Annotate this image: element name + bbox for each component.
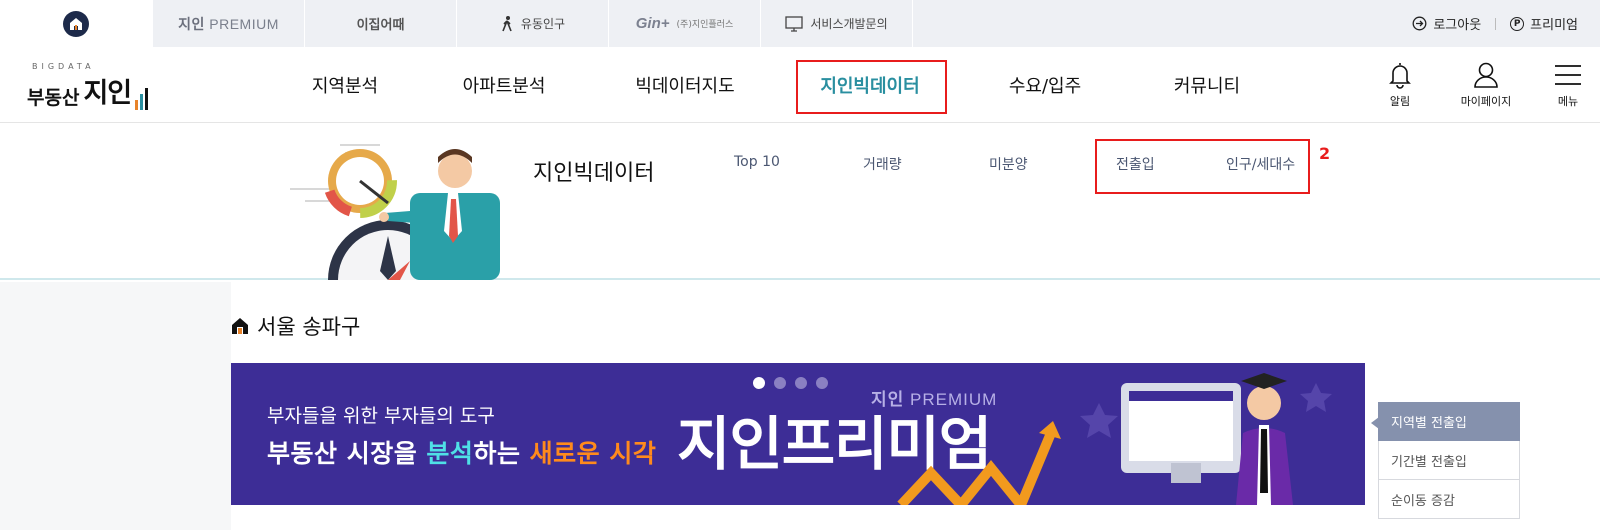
- annotation-number: 2: [1319, 144, 1331, 163]
- site-logo[interactable]: BIGDATA 부동산 지인: [27, 62, 149, 110]
- region-name: 서울 송파구: [257, 315, 361, 339]
- logout-link[interactable]: 로그아웃: [1412, 14, 1481, 33]
- mypage-button[interactable]: 마이페이지: [1451, 61, 1521, 109]
- nav-community[interactable]: 커뮤니티: [1152, 47, 1262, 123]
- highlight-box-tabs: [1095, 139, 1310, 194]
- premium-tab[interactable]: 지인 PREMIUM: [153, 0, 305, 47]
- bigdata-sub-header: 지인빅데이터 Top 10 거래량 미분양 전출입 인구/세대수 2: [0, 123, 1600, 280]
- nav-region-analysis[interactable]: 지역분석: [290, 47, 400, 123]
- menu-label: 메뉴: [1557, 95, 1579, 108]
- ijip-label: 이집어때: [356, 18, 405, 33]
- nav-bigdata-map[interactable]: 빅데이터지도: [620, 47, 750, 123]
- side-menu-period-migration[interactable]: 기간별 전출입: [1378, 441, 1520, 480]
- premium-banner[interactable]: 부자들을 위한 부자들의 도구 부동산 시장을 분석하는 새로운 시각 지인 P…: [231, 363, 1365, 505]
- divider: [1495, 17, 1497, 30]
- tab-unsold[interactable]: 미분양: [989, 154, 1028, 174]
- home-tab[interactable]: [0, 0, 153, 47]
- main-navigation: BIGDATA 부동산 지인 지역분석 아파트분석 빅데이터지도 지인빅데이터 …: [0, 47, 1600, 123]
- logo-tag: BIGDATA: [32, 62, 95, 71]
- house-icon: [232, 318, 248, 334]
- account-links: 로그아웃 P 프리미엄: [1412, 0, 1600, 47]
- bell-icon: [1389, 63, 1411, 89]
- menu-button[interactable]: 메뉴: [1543, 61, 1593, 109]
- service-top-bar: 지인 PREMIUM 이집어때 유동인구 Gin+ (주)지인플러스 서비스개발…: [0, 0, 1600, 47]
- tab-trade-volume[interactable]: 거래량: [863, 154, 902, 174]
- side-menu-net-migration[interactable]: 순이동 증감: [1378, 480, 1520, 519]
- tab-top10[interactable]: Top 10: [734, 154, 780, 170]
- mypage-label: 마이페이지: [1460, 95, 1512, 108]
- logo-prefix: 부동산: [27, 87, 80, 109]
- user-icon: [1474, 62, 1498, 88]
- home-icon: [63, 10, 89, 37]
- premium-p-icon: P: [1510, 16, 1525, 31]
- nav-apartment-analysis[interactable]: 아파트분석: [440, 47, 568, 123]
- logo-brand: 지인: [83, 78, 132, 109]
- service-inquiry-tab[interactable]: 서비스개발문의: [761, 0, 913, 47]
- bar-graph-icon: [135, 88, 149, 110]
- ijip-tab[interactable]: 이집어때: [305, 0, 457, 47]
- floating-population-label: 유동인구: [520, 17, 566, 31]
- alarm-button[interactable]: 알림: [1365, 61, 1435, 109]
- left-gutter: [0, 282, 231, 530]
- premium-link[interactable]: P 프리미엄: [1510, 14, 1578, 33]
- highlight-box-nav: [796, 60, 947, 114]
- alarm-label: 알림: [1389, 95, 1411, 108]
- sub-header-title: 지인빅데이터: [533, 161, 655, 186]
- logout-icon: [1412, 16, 1427, 31]
- region-heading: 서울 송파구: [231, 311, 360, 341]
- ginplus-logo: Gin+: [635, 15, 670, 32]
- side-menu-regional-migration[interactable]: 지역별 전출입: [1371, 402, 1520, 441]
- monitor-icon: [785, 15, 804, 32]
- nav-supply-move-in[interactable]: 수요/입주: [990, 47, 1100, 123]
- ginplus-tab[interactable]: Gin+ (주)지인플러스: [609, 0, 761, 47]
- logout-label: 로그아웃: [1433, 18, 1482, 33]
- premium-logo: 지인 PREMIUM: [178, 15, 279, 32]
- banner-decoration: [897, 373, 1332, 505]
- floating-population-tab[interactable]: 유동인구: [457, 0, 609, 47]
- ginplus-label: (주)지인플러스: [676, 20, 734, 30]
- walking-person-icon: [502, 15, 512, 31]
- hamburger-icon: [1555, 65, 1581, 85]
- presenter-illustration: [290, 144, 500, 280]
- service-inquiry-label: 서비스개발문의: [810, 17, 888, 31]
- migration-side-menu: 지역별 전출입 기간별 전출입 순이동 증감: [1371, 402, 1520, 519]
- premium-label: 프리미엄: [1530, 18, 1578, 33]
